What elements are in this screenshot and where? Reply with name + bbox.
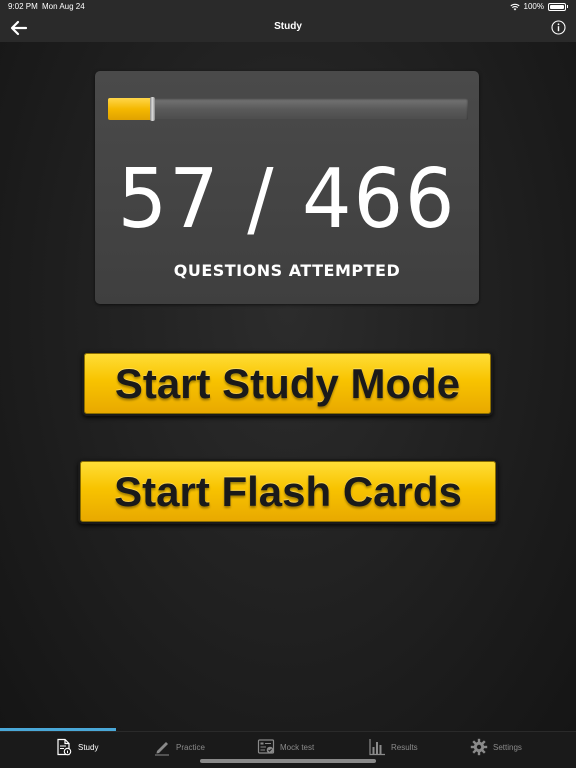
battery-icon <box>548 2 566 11</box>
pencil-icon <box>155 742 169 756</box>
tab-study-label: Study <box>78 742 99 752</box>
questions-attempted-count: 57 / 466 <box>117 152 457 247</box>
gear-icon <box>470 738 488 756</box>
status-indicators: 100% <box>509 2 568 11</box>
progress-bar-fill <box>108 98 153 120</box>
status-time: 9:02 PM <box>8 2 38 11</box>
battery-percent: 100% <box>523 2 544 11</box>
status-bar: 9:02 PM Mon Aug 24 100% <box>0 0 576 14</box>
wifi-icon <box>509 3 520 10</box>
start-flash-cards-button[interactable]: Start Flash Cards <box>78 459 498 524</box>
tab-study[interactable]: Study <box>55 737 98 757</box>
bar-chart-icon <box>369 739 385 756</box>
test-icon <box>257 739 275 754</box>
progress-bar-knob <box>150 97 156 121</box>
navigation-bar: Study <box>0 14 576 42</box>
page-title: Study <box>274 21 302 32</box>
tab-results-label: Results <box>391 742 418 752</box>
tab-settings-label: Settings <box>493 742 522 752</box>
tab-mock-test-label: Mock test <box>280 742 315 752</box>
questions-attempted-label: QUESTIONS ATTEMPTED <box>173 261 401 280</box>
tab-practice[interactable]: Practice <box>153 737 205 757</box>
status-date: Mon Aug 24 <box>42 2 85 11</box>
progress-bar <box>108 97 468 121</box>
tab-practice-label: Practice <box>176 742 205 752</box>
tab-mock-test[interactable]: Mock test <box>257 737 314 757</box>
document-icon <box>57 738 72 756</box>
battery-tip <box>567 5 568 8</box>
info-icon[interactable] <box>551 20 566 35</box>
progress-card: 57 / 466 QUESTIONS ATTEMPTED <box>95 71 479 304</box>
tab-settings[interactable]: Settings <box>470 737 522 757</box>
home-indicator <box>200 759 376 763</box>
tab-results[interactable]: Results <box>368 737 418 757</box>
start-study-mode-button[interactable]: Start Study Mode <box>82 351 493 416</box>
